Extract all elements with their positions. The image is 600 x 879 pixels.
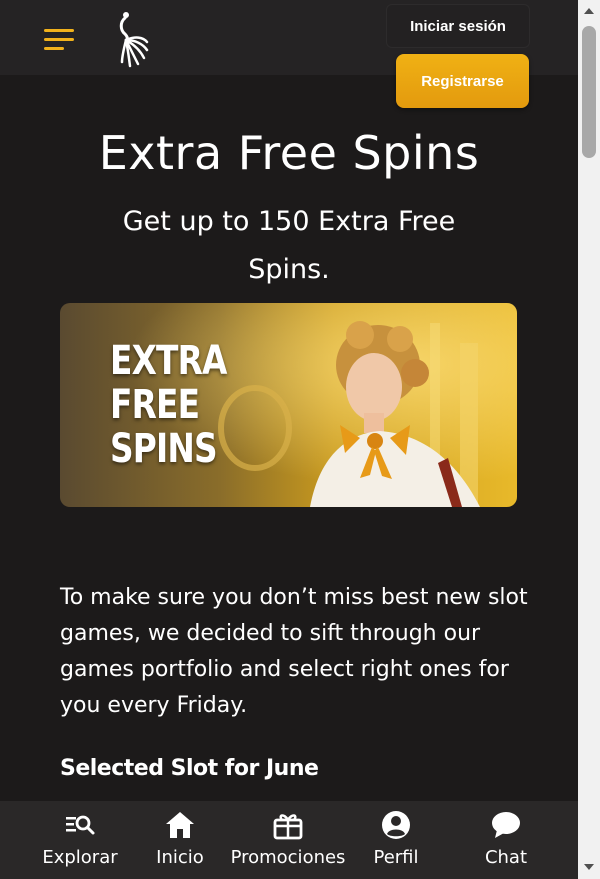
vertical-scrollbar[interactable] — [578, 0, 600, 879]
intro-paragraph: To make sure you don’t miss best new slo… — [60, 585, 528, 718]
scroll-up-arrow-icon[interactable] — [584, 8, 594, 14]
nav-label-perfil: Perfil — [373, 847, 419, 868]
page-title: Extra Free Spins — [98, 126, 480, 180]
gift-icon — [273, 814, 303, 840]
nav-item-inicio[interactable]: Inicio — [150, 801, 210, 879]
peacock-logo-icon[interactable] — [116, 10, 150, 68]
page-subtitle: Get up to 150 Extra Free Spins. — [122, 206, 456, 285]
scrollbar-thumb[interactable] — [582, 26, 596, 158]
banner-text: EXTRA FREE SPINS — [110, 338, 227, 472]
nav-label-chat: Chat — [484, 847, 528, 868]
bottom-nav: Explorar Inicio Promociones Perfil Chat — [0, 801, 578, 879]
nav-item-explorar[interactable]: Explorar — [38, 801, 122, 879]
nav-item-perfil[interactable]: Perfil — [366, 801, 426, 879]
home-icon — [166, 812, 194, 838]
section-heading: Selected Slot for June — [60, 756, 319, 781]
nav-item-chat[interactable]: Chat — [476, 801, 536, 879]
register-button[interactable]: Registrarse — [396, 54, 529, 108]
hamburger-menu-icon[interactable] — [44, 27, 76, 53]
user-icon — [382, 811, 410, 839]
nav-label-inicio: Inicio — [156, 847, 204, 868]
promo-banner: EXTRA FREE SPINS — [60, 303, 517, 507]
search-list-icon — [66, 815, 95, 835]
scroll-down-arrow-icon[interactable] — [584, 864, 594, 870]
nav-label-explorar: Explorar — [42, 847, 118, 868]
chat-bubble-icon — [492, 812, 520, 838]
nav-label-promociones: Promociones — [230, 847, 346, 868]
nav-item-promociones[interactable]: Promociones — [224, 801, 352, 879]
login-button[interactable]: Iniciar sesión — [386, 4, 530, 48]
